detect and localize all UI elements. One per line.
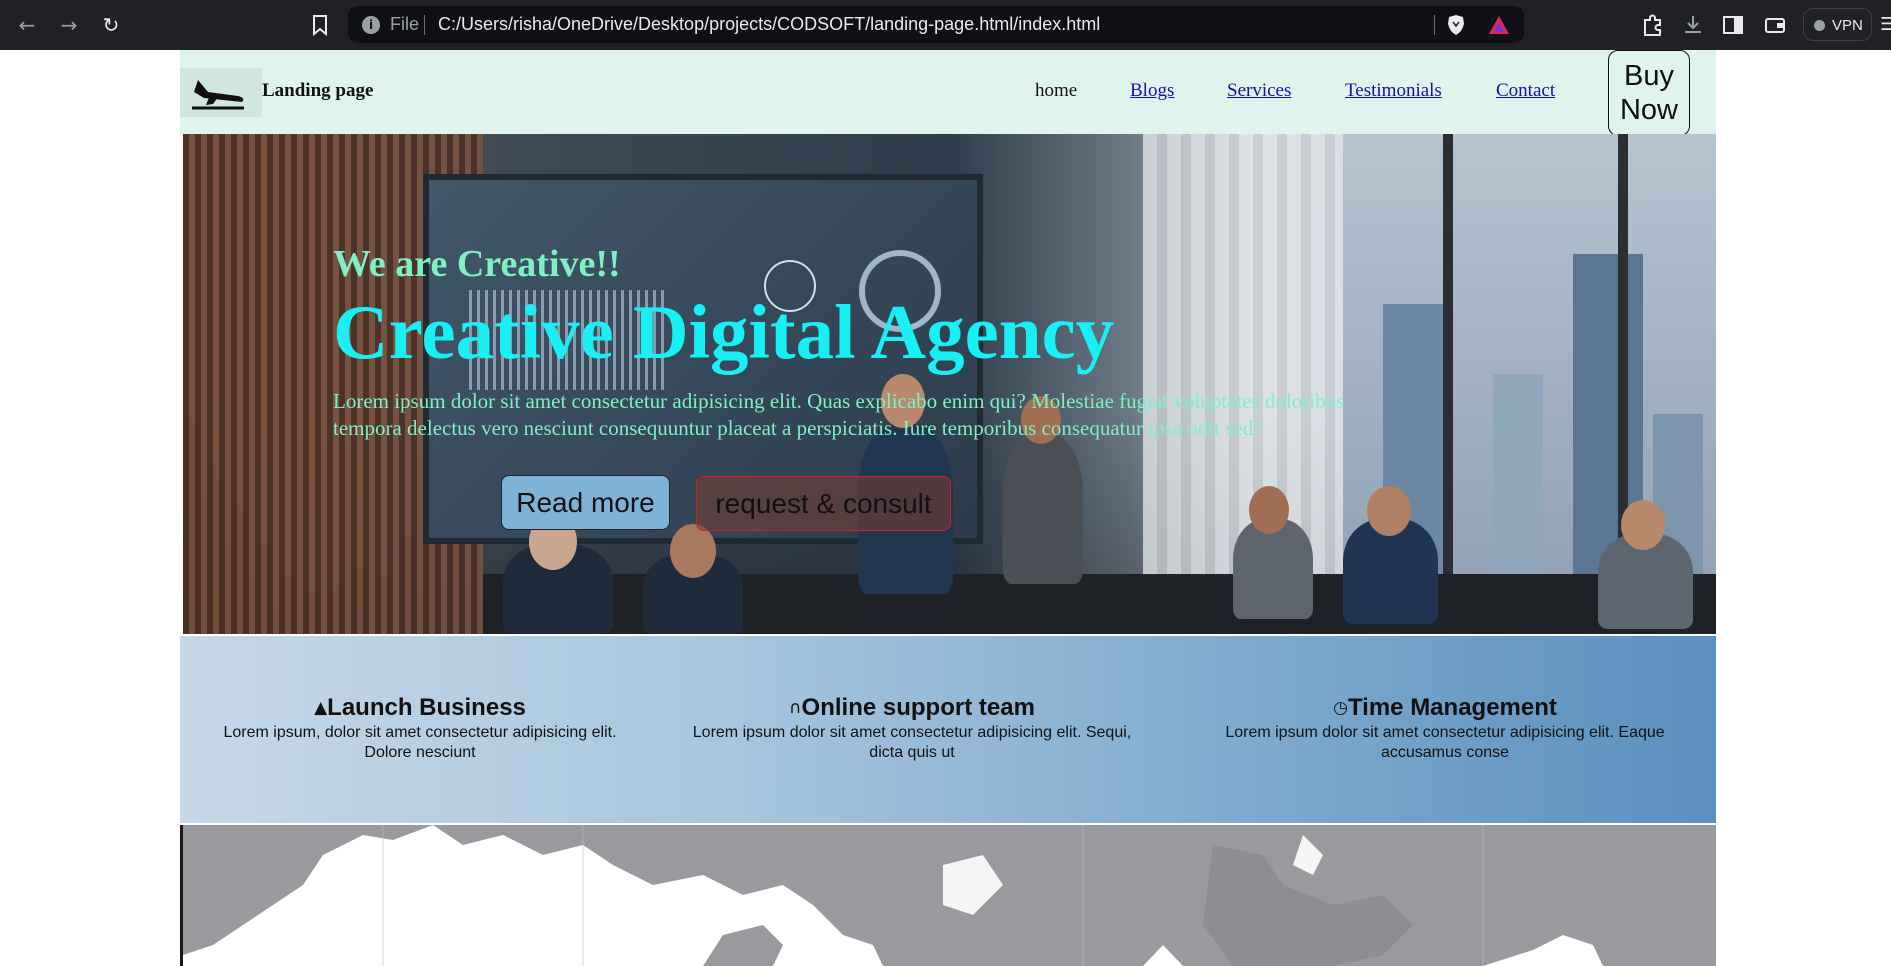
world-map-image xyxy=(180,825,1716,966)
address-url[interactable]: C:/Users/risha/OneDrive/Desktop/projects… xyxy=(438,14,1100,35)
navbar: Landing page home Blogs Services Testimo… xyxy=(180,50,1716,136)
nav-link-contact[interactable]: Contact xyxy=(1496,80,1555,102)
rewards-icon[interactable] xyxy=(1488,14,1510,36)
rocket-icon: ▲ xyxy=(314,698,328,718)
feature-time-management: ◷Time Management Lorem ipsum dolor sit a… xyxy=(1210,694,1680,763)
bookmark-icon[interactable] xyxy=(308,13,332,37)
address-divider-right xyxy=(1434,15,1435,35)
buy-now-button[interactable]: Buy Now xyxy=(1608,50,1690,136)
feature-title: Online support team xyxy=(801,694,1035,721)
feature-title: Launch Business xyxy=(327,694,526,721)
hero-description: Lorem ipsum dolor sit amet consectetur a… xyxy=(333,389,1345,440)
headphones-icon: ∩ xyxy=(789,698,802,718)
request-consult-button[interactable]: request & consult xyxy=(696,476,951,531)
vpn-status-icon xyxy=(1814,20,1825,31)
nav-link-blogs[interactable]: Blogs xyxy=(1130,80,1174,102)
airplane-logo-icon[interactable] xyxy=(180,68,262,117)
back-icon[interactable]: ← xyxy=(14,12,40,38)
brand-name[interactable]: Landing page xyxy=(262,80,373,102)
feature-text: Lorem ipsum dolor sit amet consectetur a… xyxy=(1225,724,1665,761)
download-icon[interactable] xyxy=(1680,12,1706,38)
sidebar-icon[interactable] xyxy=(1720,12,1746,38)
address-divider xyxy=(424,15,425,35)
features-section: ▲Launch Business Lorem ipsum, dolor sit … xyxy=(180,636,1716,823)
vpn-button[interactable]: VPN xyxy=(1803,8,1872,41)
page: Landing page home Blogs Services Testimo… xyxy=(180,50,1716,966)
browser-toolbar: ← → ↻ i File C:/Users/risha/OneDrive/Des… xyxy=(0,0,1891,50)
extensions-icon[interactable] xyxy=(1640,12,1666,38)
vpn-label: VPN xyxy=(1832,17,1863,34)
feature-text: Lorem ipsum, dolor sit amet consectetur … xyxy=(223,724,617,761)
clock-icon: ◷ xyxy=(1333,698,1348,718)
reload-icon[interactable]: ↻ xyxy=(98,12,124,38)
brave-shields-icon[interactable] xyxy=(1446,14,1466,36)
feature-launch-business: ▲Launch Business Lorem ipsum, dolor sit … xyxy=(210,694,630,763)
site-info-icon[interactable]: i xyxy=(362,16,380,34)
read-more-button[interactable]: Read more xyxy=(501,475,670,530)
nav-link-home[interactable]: home xyxy=(1035,80,1077,102)
hero-subtitle: We are Creative!! xyxy=(333,243,621,285)
hero-title: Creative Digital Agency xyxy=(333,289,1115,375)
address-scheme: File xyxy=(390,14,420,34)
nav-link-services[interactable]: Services xyxy=(1227,80,1291,102)
nav-link-testimonials[interactable]: Testimonials xyxy=(1345,80,1442,102)
feature-text: Lorem ipsum dolor sit amet consectetur a… xyxy=(692,724,1132,761)
buy-now-line2: Now xyxy=(1619,94,1678,126)
buy-now-line1: Buy xyxy=(1624,60,1674,92)
feature-title: Time Management xyxy=(1347,694,1557,721)
feature-online-support: ∩Online support team Lorem ipsum dolor s… xyxy=(677,694,1147,763)
hero-section: We are Creative!! Creative Digital Agenc… xyxy=(183,134,1716,634)
forward-icon[interactable]: → xyxy=(56,12,82,38)
wallet-icon[interactable] xyxy=(1762,12,1788,38)
address-bar[interactable]: i File C:/Users/risha/OneDrive/Desktop/p… xyxy=(348,6,1524,43)
menu-icon[interactable]: ☰ xyxy=(1880,14,1891,36)
